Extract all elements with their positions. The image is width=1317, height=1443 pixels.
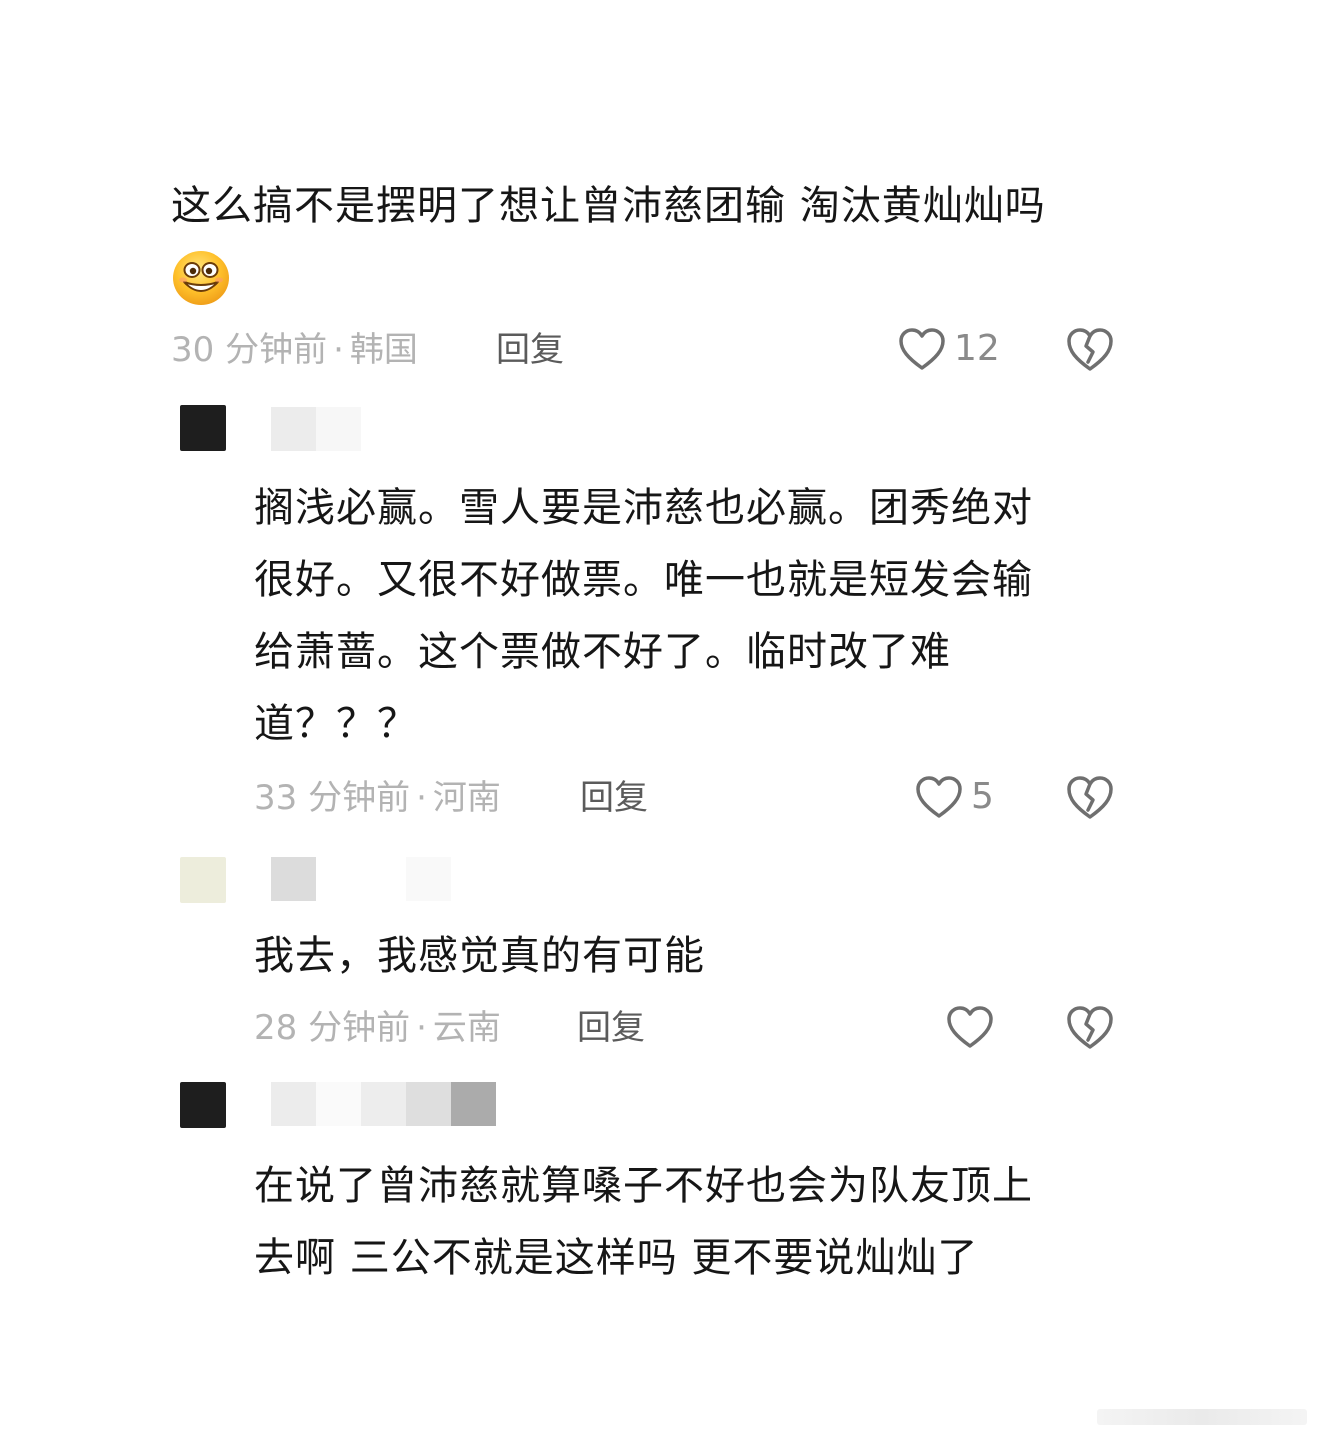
comment-thread: 这么搞不是摆明了想让曾沛慈团输 淘汰黄灿灿吗 30 分钟前 · 韩国 回复 12…	[0, 0, 1317, 1443]
comment-text: 我去，我感觉真的有可能	[254, 933, 705, 979]
heart-outline-icon	[915, 775, 963, 819]
broken-heart-icon	[1066, 774, 1114, 820]
comment-location: 河南	[432, 778, 501, 818]
dislike-button[interactable]	[1066, 774, 1114, 820]
avatar[interactable]	[180, 405, 226, 451]
avatar[interactable]	[180, 857, 226, 903]
blurred-username[interactable]	[271, 1082, 496, 1126]
like-button[interactable]: 12	[898, 324, 1000, 374]
comment-text: 这么搞不是摆明了想让曾沛慈团输 淘汰黄灿灿吗	[171, 183, 1046, 229]
meta-separator: ·	[416, 1008, 427, 1048]
reply-button[interactable]: 回复	[580, 776, 648, 820]
blurred-username[interactable]	[271, 857, 451, 901]
broken-heart-icon	[1066, 326, 1114, 372]
comment-meta: 28 分钟前 · 云南	[254, 1006, 501, 1050]
comment-location: 韩国	[349, 330, 418, 370]
reply-button[interactable]: 回复	[496, 328, 564, 372]
watermark	[1097, 1409, 1307, 1425]
like-count: 12	[954, 328, 1000, 369]
meta-separator: ·	[416, 778, 427, 818]
dislike-button[interactable]	[1066, 326, 1114, 372]
meta-separator: ·	[333, 330, 344, 370]
heart-outline-icon	[898, 327, 946, 371]
grinning-face-emoji-icon	[172, 250, 230, 306]
comment-text: 在说了曾沛慈就算嗓子不好也会为队友顶上 去啊 三公不就是这样吗 更不要说灿灿了	[254, 1163, 1033, 1281]
comment-time: 30 分钟前	[171, 330, 328, 370]
reply-button[interactable]: 回复	[577, 1006, 645, 1050]
like-button[interactable]: 5	[915, 772, 994, 822]
comment-meta: 33 分钟前 · 河南	[254, 776, 501, 820]
comment-text: 搁浅必赢。雪人要是沛慈也必赢。团秀绝对 很好。又很不好做票。唯一也就是短发会输 …	[254, 485, 1033, 747]
comment-time: 33 分钟前	[254, 778, 411, 818]
comment-meta: 30 分钟前 · 韩国	[171, 328, 418, 372]
like-button[interactable]	[946, 1002, 994, 1052]
comment-location: 云南	[432, 1008, 501, 1048]
blurred-username[interactable]	[271, 407, 361, 451]
like-count: 5	[971, 776, 994, 817]
avatar[interactable]	[180, 1082, 226, 1128]
broken-heart-icon	[1066, 1004, 1114, 1050]
comment-time: 28 分钟前	[254, 1008, 411, 1048]
dislike-button[interactable]	[1066, 1004, 1114, 1050]
heart-outline-icon	[946, 1005, 994, 1049]
